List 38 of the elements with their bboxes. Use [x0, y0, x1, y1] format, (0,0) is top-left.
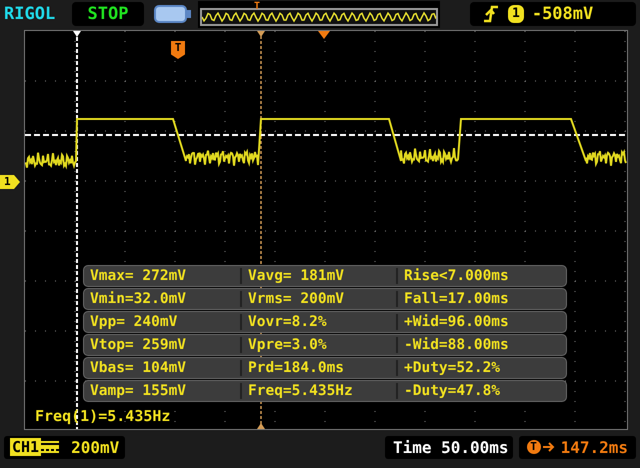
measurement-value: Vavg= 181mV — [240, 268, 396, 284]
battery-icon — [154, 4, 192, 24]
measurement-value: +Duty=52.2% — [396, 360, 566, 376]
trigger-marker: T — [171, 41, 185, 59]
measurement-value: Vamp= 155mV — [89, 383, 188, 399]
dc-coupling-icon — [41, 441, 60, 453]
rising-edge-icon — [482, 5, 500, 23]
measurement-value: Vpp= 240mV — [89, 314, 178, 330]
measurement-value: -Wid=88.00ms — [396, 337, 566, 353]
measurement-value: Vmax= 272mV — [89, 268, 188, 284]
measurement-value: -Duty=47.8% — [396, 383, 566, 399]
arrow-icon — [542, 441, 555, 453]
measurement-value: Rise<7.000ms — [396, 268, 566, 284]
measurement-value: Vbas= 104mV — [89, 360, 188, 376]
measurement-value: Vovr=8.2% — [240, 314, 396, 330]
trigger-offset[interactable]: T 147.2ms — [518, 436, 636, 458]
trigger-source-badge: 1 — [508, 5, 524, 23]
vertical-scale: 200mV — [71, 438, 120, 456]
measurement-value: Freq=5.435Hz — [240, 383, 396, 399]
measurement-value: Vtop= 259mV — [89, 337, 188, 353]
channel-marker: 1 — [0, 175, 20, 189]
channel-settings[interactable]: CH1 200mV — [4, 436, 126, 458]
brand-logo: RIGOL — [4, 4, 56, 24]
measurement-value: Vpre=3.0% — [240, 337, 396, 353]
frequency-readout: Freq(1)=5.435Hz — [35, 407, 170, 425]
measurement-value: Vmin=32.0mV — [89, 291, 188, 307]
measurement-value: +Wid=96.00ms — [396, 314, 566, 330]
trigger-offset-value: 147.2ms — [560, 438, 628, 456]
measurement-value: Fall=17.00ms — [396, 291, 566, 307]
timebase-readout[interactable]: Time 50.00ms — [384, 436, 513, 458]
channel-label: CH1 — [10, 438, 42, 456]
measurement-value: Vrms= 200mV — [240, 291, 396, 307]
run-state-button[interactable]: STOP — [72, 2, 144, 26]
trigger-level: -508mV — [532, 4, 594, 24]
trigger-offset-marker: T — [526, 440, 541, 454]
waveform-overview-icon — [200, 8, 438, 26]
horizontal-position-icon — [318, 31, 330, 39]
measurement-value: Prd=184.0ms — [240, 360, 396, 376]
